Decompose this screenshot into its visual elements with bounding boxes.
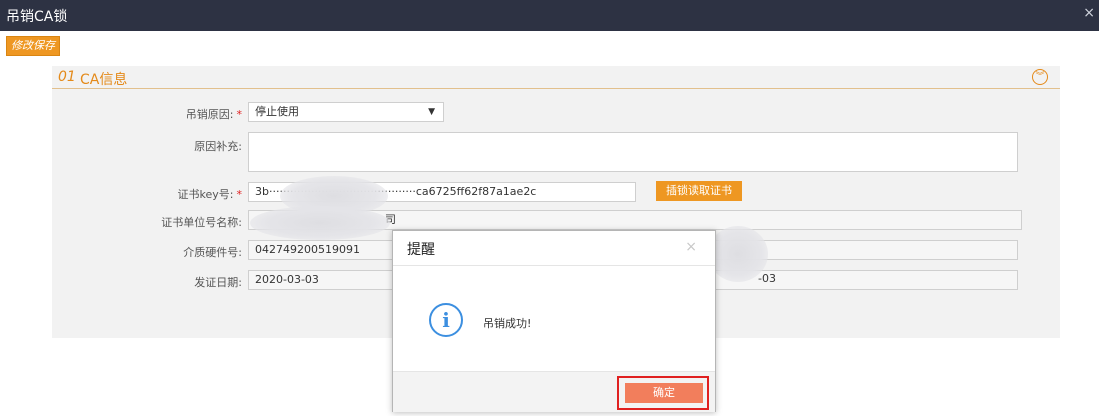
dialog-close-icon[interactable]: × xyxy=(685,239,697,255)
window-titlebar: 吊销CA锁 × xyxy=(0,0,1099,31)
toolbar: 修改保存 xyxy=(0,31,1099,57)
required-mark: * xyxy=(236,108,243,121)
dialog-title: 提醒 xyxy=(407,242,435,258)
window-close-icon[interactable]: × xyxy=(1083,5,1095,21)
read-cert-button[interactable]: 插锁读取证书 xyxy=(656,181,742,201)
section-header: 01 CA信息 ︾ xyxy=(52,66,1060,89)
dialog-header: 提醒 × xyxy=(393,231,715,266)
section-title: CA信息 xyxy=(80,72,128,88)
collapse-chevron-icon[interactable]: ︾ xyxy=(1032,69,1048,85)
expire-date-fragment: -03 xyxy=(758,272,776,285)
privacy-blur xyxy=(708,226,768,282)
reason-select-value: 停止使用 xyxy=(255,105,299,118)
dialog-footer: 确定 xyxy=(393,371,715,412)
reason-label: 吊销原因: * xyxy=(185,108,243,121)
required-mark: * xyxy=(236,188,243,201)
section-number: 01 xyxy=(58,69,76,85)
privacy-blur xyxy=(250,206,390,240)
issue-date-label: 发证日期: xyxy=(194,276,242,289)
media-hw-label: 介质硬件号: xyxy=(183,246,242,259)
reason-extra-textarea[interactable] xyxy=(248,132,1018,172)
confirm-button[interactable]: 确定 xyxy=(625,383,703,403)
alert-dialog: 提醒 × i 吊销成功! 确定 xyxy=(392,230,716,412)
info-icon: i xyxy=(429,303,463,337)
save-button[interactable]: 修改保存 xyxy=(6,36,60,56)
reason-extra-label: 原因补充: xyxy=(194,140,242,153)
cert-key-label: 证书key号: * xyxy=(177,188,243,201)
cert-unit-label: 证书单位号名称: xyxy=(161,216,242,229)
dialog-message: 吊销成功! xyxy=(483,317,532,330)
chevron-down-icon: ▼ xyxy=(428,107,435,117)
window-title: 吊销CA锁 xyxy=(6,9,68,25)
reason-select[interactable]: 停止使用 ▼ xyxy=(248,102,444,122)
